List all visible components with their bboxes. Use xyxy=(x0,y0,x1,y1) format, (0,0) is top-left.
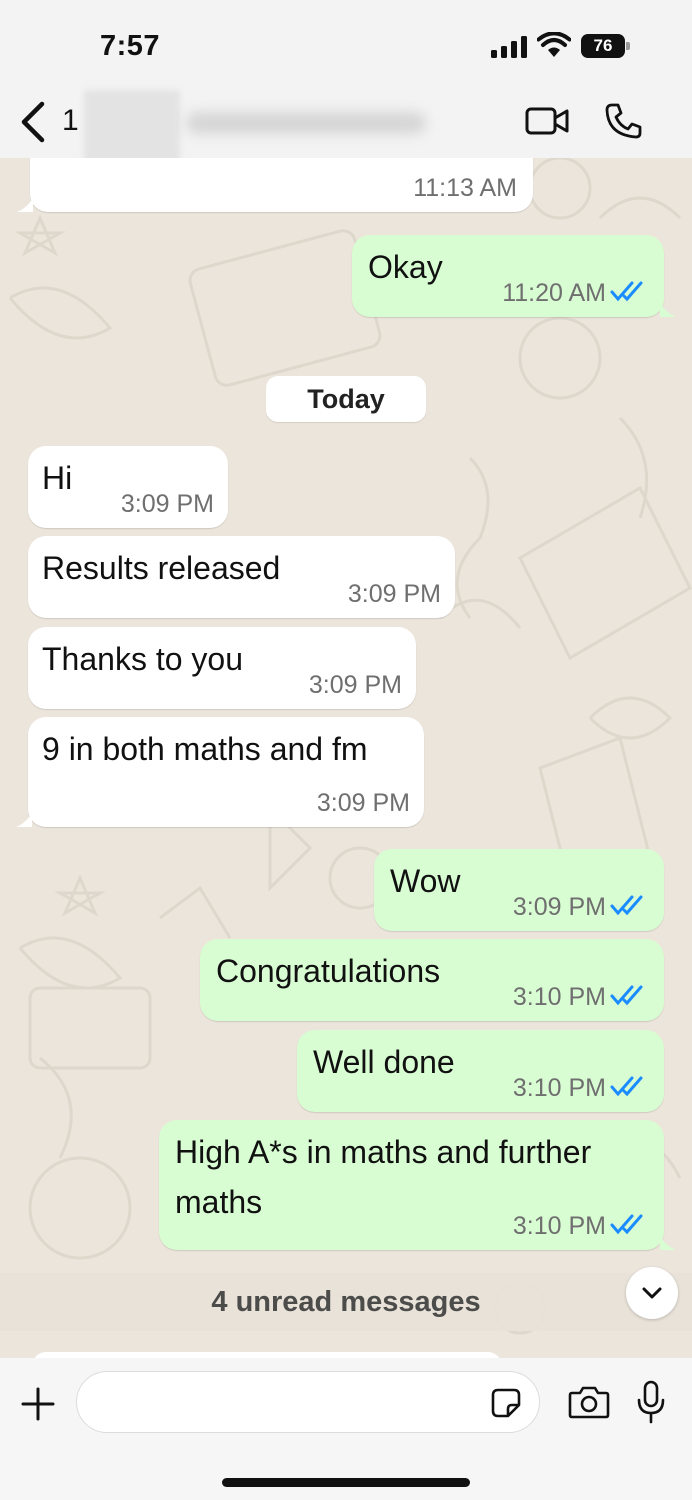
message-time: 11:20 AM xyxy=(502,279,606,307)
message-text: maths xyxy=(175,1184,263,1220)
home-indicator xyxy=(222,1478,470,1487)
message-bubble-outgoing[interactable]: Wow 3:09 PM xyxy=(374,849,664,931)
read-receipt-icon xyxy=(610,1076,643,1097)
message-text: 9 in both maths and fm xyxy=(42,731,368,767)
message-text: High A*s in maths and further xyxy=(175,1134,592,1170)
bubble-tail xyxy=(660,303,676,317)
read-receipt-icon xyxy=(610,985,643,1006)
message-time: 3:10 PM xyxy=(512,983,606,1011)
chat-area[interactable]: 11:13 AM Okay 11:20 AM Today Hi 3:09 PM … xyxy=(0,158,692,1358)
message-time: 3:10 PM xyxy=(512,1074,606,1102)
message-text: Well done xyxy=(313,1044,455,1080)
message-bubble-outgoing[interactable]: High A*s in maths and further maths 3:10… xyxy=(159,1120,664,1250)
read-receipt-icon xyxy=(610,1214,643,1235)
contact-name[interactable]: 1 xyxy=(62,104,79,138)
message-text: Thanks to you xyxy=(42,641,243,677)
message-bubble-incoming[interactable]: Results released 3:09 PM xyxy=(28,536,455,618)
message-time: 3:09 PM xyxy=(120,490,214,518)
status-bar: 7:57 76 xyxy=(0,0,692,90)
unread-messages-banner: 4 unread messages xyxy=(0,1273,692,1331)
message-time: 11:13 AM xyxy=(413,174,517,202)
message-bubble-incoming[interactable]: Hi 3:09 PM xyxy=(28,446,228,528)
message-bubble-outgoing[interactable]: Congratulations 3:10 PM xyxy=(200,939,664,1021)
message-time: 3:09 PM xyxy=(347,580,441,608)
video-call-icon[interactable] xyxy=(524,104,570,138)
contact-name-redacted xyxy=(186,112,426,134)
message-time: 3:09 PM xyxy=(316,789,410,817)
message-time: 3:09 PM xyxy=(308,671,402,699)
plus-icon[interactable] xyxy=(20,1386,56,1422)
sticker-icon[interactable] xyxy=(490,1387,522,1419)
status-time: 7:57 xyxy=(100,30,161,62)
bubble-tail xyxy=(17,198,33,212)
message-bubble-incoming[interactable]: Thanks to you 3:09 PM xyxy=(28,627,416,709)
chat-header: 1 xyxy=(0,90,692,164)
message-input[interactable] xyxy=(76,1371,540,1433)
message-text: Okay xyxy=(368,249,443,285)
message-bubble-incoming[interactable]: 11:13 AM xyxy=(30,158,533,212)
message-bubble-incoming[interactable]: 9 in both maths and fm 3:09 PM xyxy=(28,717,424,827)
phone-call-icon[interactable] xyxy=(604,102,642,140)
date-separator: Today xyxy=(266,376,426,422)
microphone-icon[interactable] xyxy=(636,1380,666,1424)
battery-level: 76 xyxy=(581,34,625,58)
battery-icon: 76 xyxy=(581,34,631,58)
message-time: 3:09 PM xyxy=(512,893,606,921)
read-receipt-icon xyxy=(610,895,643,916)
message-bubble-outgoing[interactable]: Okay 11:20 AM xyxy=(352,235,664,317)
read-receipt-icon xyxy=(610,281,643,302)
bubble-tail xyxy=(660,1236,676,1250)
message-time: 3:10 PM xyxy=(512,1212,606,1240)
cellular-signal-icon xyxy=(491,36,527,58)
scroll-to-bottom-chevron-down-icon[interactable] xyxy=(626,1267,678,1319)
message-text: Congratulations xyxy=(216,953,441,989)
composer-bar xyxy=(0,1358,692,1500)
bubble-tail xyxy=(16,813,32,827)
camera-icon[interactable] xyxy=(568,1385,610,1419)
contact-avatar[interactable] xyxy=(84,90,180,164)
message-bubble-outgoing[interactable]: Well done 3:10 PM xyxy=(297,1030,664,1112)
message-text: Wow xyxy=(390,863,461,899)
back-chevron-icon[interactable] xyxy=(16,98,50,146)
wifi-icon xyxy=(537,32,571,57)
message-text: Hi xyxy=(42,460,73,496)
message-text: Results released xyxy=(42,550,281,586)
